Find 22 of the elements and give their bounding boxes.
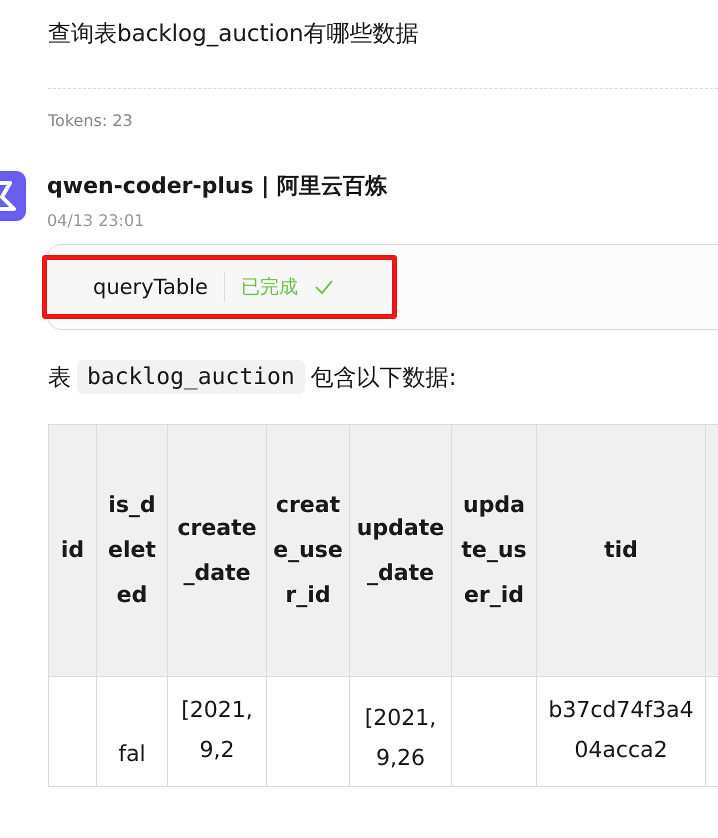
table-cell: [2021,9,2	[181, 698, 253, 763]
tool-name: queryTable	[93, 275, 208, 299]
message-time: 04/13 23:01	[47, 211, 146, 230]
column-header: create_date	[177, 516, 257, 586]
check-icon	[314, 279, 334, 295]
column-header: is_deleted	[108, 493, 156, 608]
tool-status: 已完成	[240, 275, 298, 300]
table-cell: b37cd74f3a404acca2	[548, 698, 694, 763]
inline-code: backlog_auction	[77, 360, 305, 394]
column-header: update_date	[356, 516, 444, 586]
table-cell: [2021,9,26	[364, 706, 436, 771]
intro-text: 表	[48, 364, 71, 392]
sender-name: qwen-coder-plus | 阿里云百炼	[47, 173, 388, 201]
question-text: 查询表backlog_auction有哪些数据	[47, 20, 420, 49]
column-header: update_user_id	[461, 493, 527, 608]
column-header: id	[60, 538, 84, 563]
intro-text: 包含以下数据:	[310, 364, 456, 392]
column-header: create_user_id	[273, 493, 343, 608]
column-header: tid	[604, 538, 638, 563]
table-cell: fal	[118, 742, 146, 767]
assistant-avatar-icon	[0, 171, 26, 221]
token-count: Tokens: 23	[47, 110, 134, 132]
